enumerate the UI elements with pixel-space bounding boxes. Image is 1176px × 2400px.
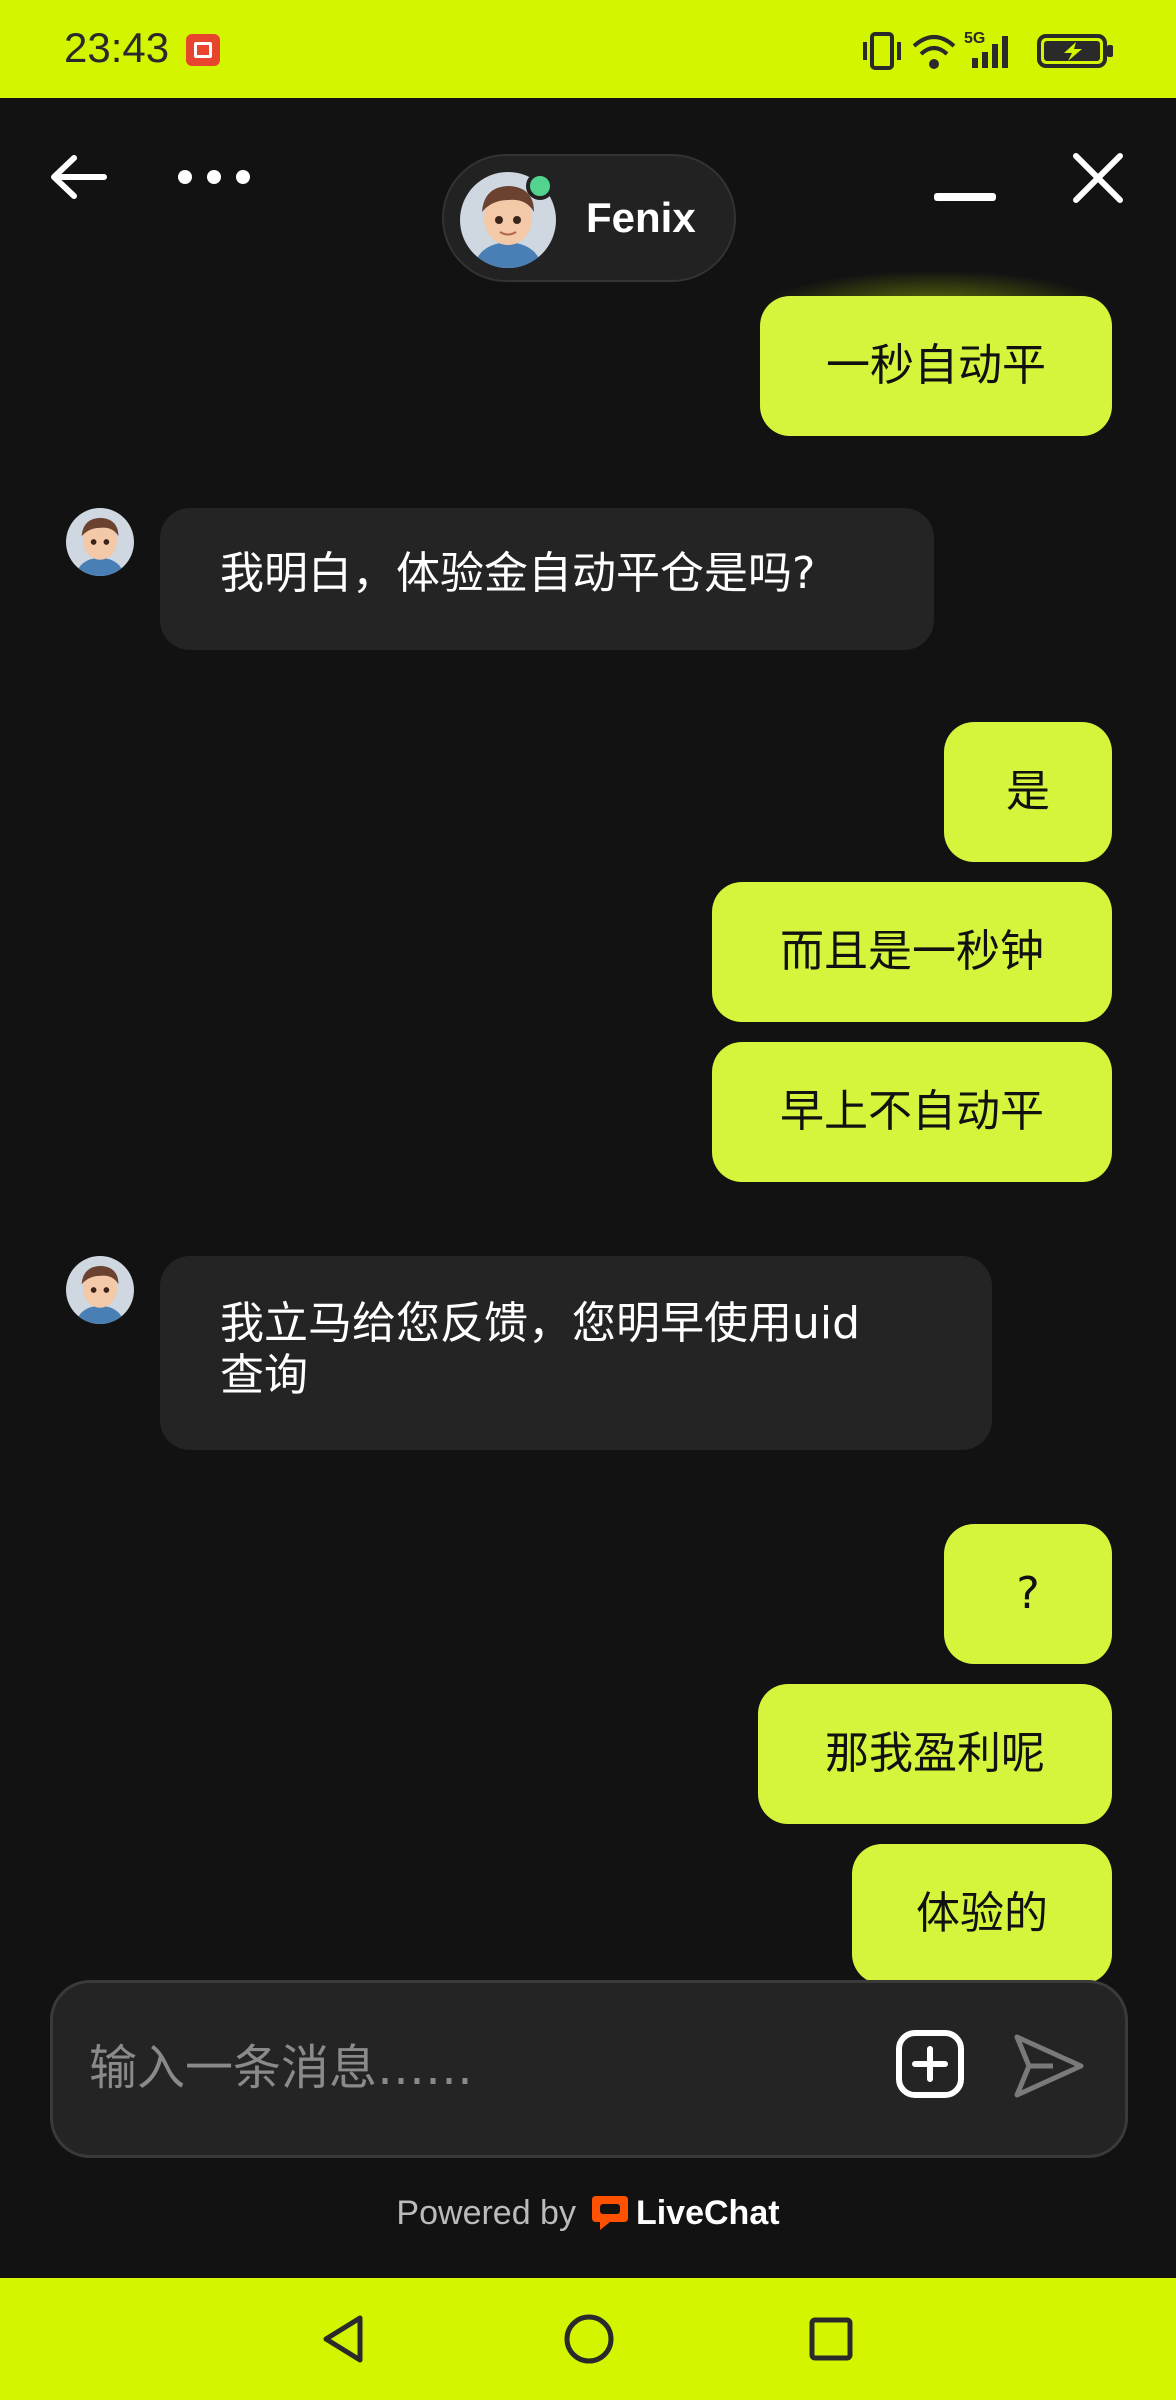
agent-message-avatar <box>66 1256 134 1324</box>
minimize-icon[interactable] <box>934 192 996 202</box>
status-bar: 23:43 5G <box>0 0 1176 98</box>
back-arrow-icon[interactable] <box>46 150 112 204</box>
chat-header: Fenix <box>0 98 1176 298</box>
message-bubble-outgoing: 体验的 <box>852 1844 1112 1984</box>
message-text-line: 我立马给您反馈，您明早使用uid <box>220 1298 861 1349</box>
message-bubble-outgoing: 是 <box>944 722 1112 862</box>
message-bubble-incoming: 我明白，体验金自动平仓是吗? <box>160 508 934 650</box>
vibrate-icon <box>863 32 901 70</box>
status-time: 23:43 <box>64 24 170 71</box>
message-bubble-outgoing: 早上不自动平 <box>712 1042 1112 1182</box>
battery-charging-icon <box>1037 34 1113 68</box>
status-icons: 5G <box>860 26 1120 76</box>
nav-recents-icon[interactable] <box>808 2316 854 2362</box>
wifi-icon <box>912 35 956 69</box>
system-nav-bar <box>0 2278 1176 2400</box>
send-icon[interactable] <box>1013 2033 1085 2099</box>
message-composer <box>50 1980 1128 2158</box>
powered-by-footer[interactable]: Powered by LiveChat <box>0 2192 1176 2233</box>
attach-plus-icon[interactable] <box>895 2029 965 2099</box>
online-status-dot <box>526 172 554 200</box>
signal-icon <box>972 36 1008 68</box>
close-icon[interactable] <box>1072 152 1124 204</box>
livechat-brand: LiveChat <box>635 2194 780 2232</box>
message-bubble-outgoing: ? <box>944 1524 1112 1664</box>
message-bubble-outgoing: 那我盈利呢 <box>758 1684 1112 1824</box>
message-input[interactable] <box>87 2031 871 2105</box>
more-options-icon[interactable] <box>176 168 252 186</box>
notification-app-icon <box>186 34 220 66</box>
nav-home-icon[interactable] <box>562 2312 616 2366</box>
message-text-line: 查询 <box>220 1350 308 1401</box>
agent-info-pill[interactable]: Fenix <box>442 154 736 282</box>
message-bubble-outgoing: 而且是一秒钟 <box>712 882 1112 1022</box>
nav-back-icon[interactable] <box>318 2312 368 2366</box>
powered-by-label: Powered by <box>396 2194 576 2232</box>
livechat-logo-icon <box>591 2196 628 2230</box>
agent-message-avatar <box>66 508 134 576</box>
message-bubble-outgoing: 一秒自动平 <box>760 296 1112 436</box>
agent-name: Fenix <box>586 194 696 241</box>
message-bubble-incoming: 我立马给您反馈，您明早使用uid 查询 <box>160 1256 992 1450</box>
